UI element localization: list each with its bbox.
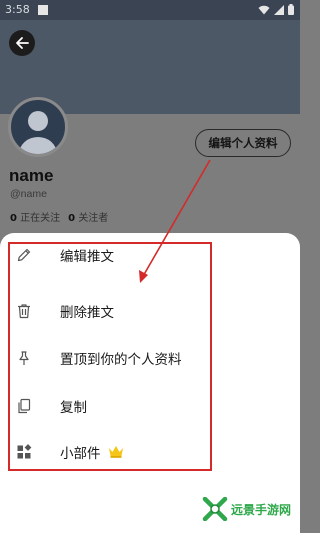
wifi-icon — [258, 5, 270, 14]
menu-item-label: 编辑推文 — [60, 249, 114, 265]
menu-item-copy[interactable]: 复制 — [0, 384, 300, 428]
watermark: 远景手游网 — [202, 497, 291, 521]
menu-item-label: 删除推文 — [60, 305, 114, 321]
status-icons — [258, 4, 294, 15]
menu-item-edit-tweet[interactable]: 编辑推文 — [0, 233, 300, 277]
follow-stats: 0 正在关注 0 关注者 — [10, 209, 108, 224]
tweet-options-sheet: 编辑推文 删除推文 置顶到你的个人资料 复制 小部件 — [0, 233, 300, 533]
following-count: 0 — [10, 213, 17, 224]
profile-name: name — [9, 166, 54, 185]
followers-count: 0 — [68, 213, 76, 224]
notification-icon — [38, 5, 48, 15]
following-stat[interactable]: 0 正在关注 — [10, 209, 60, 224]
edit-profile-button[interactable]: 编辑个人资料 — [195, 129, 291, 157]
arrow-left-icon — [16, 37, 29, 49]
followers-stat[interactable]: 0 关注者 — [68, 209, 108, 224]
widgets-icon — [16, 444, 32, 460]
trash-icon — [16, 303, 32, 319]
watermark-logo-icon — [202, 497, 228, 521]
back-button[interactable] — [9, 30, 35, 56]
signal-icon — [274, 4, 284, 15]
status-time: 3:58 — [5, 3, 30, 16]
status-bar: 3:58 — [0, 0, 300, 20]
menu-item-label: 小部件 — [60, 446, 101, 462]
menu-item-delete-tweet[interactable]: 删除推文 — [0, 289, 300, 333]
profile-handle: @name — [10, 188, 47, 200]
avatar[interactable] — [8, 97, 68, 157]
crown-icon — [108, 443, 124, 462]
pin-icon — [16, 350, 32, 366]
pencil-icon — [16, 247, 32, 263]
following-label: 正在关注 — [20, 213, 61, 224]
copy-icon — [16, 398, 32, 414]
menu-item-label: 置顶到你的个人资料 — [60, 352, 182, 368]
menu-item-label: 复制 — [60, 400, 87, 416]
menu-item-pin-to-profile[interactable]: 置顶到你的个人资料 — [0, 336, 300, 380]
default-avatar-icon — [19, 111, 57, 154]
followers-label: 关注者 — [78, 213, 109, 224]
menu-item-widgets[interactable]: 小部件 — [0, 430, 300, 474]
watermark-text: 远景手游网 — [231, 502, 292, 517]
battery-icon — [288, 4, 294, 15]
